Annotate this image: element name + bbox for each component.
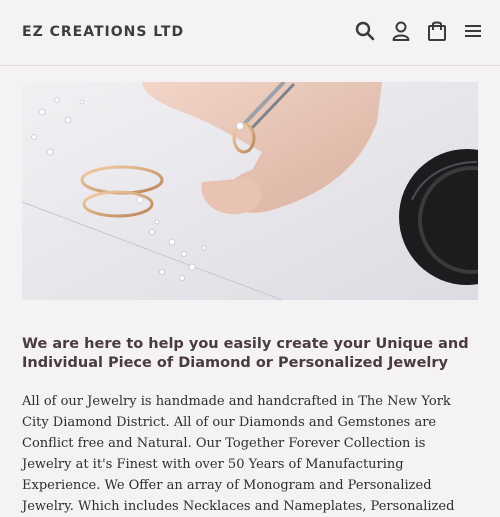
cart-icon[interactable]: [426, 20, 448, 42]
menu-icon[interactable]: [462, 20, 484, 42]
header-icons: [354, 20, 484, 42]
brand-logo-text[interactable]: EZ CREATIONS LTD: [22, 24, 184, 40]
search-icon[interactable]: [354, 20, 376, 42]
hero-image: [22, 82, 478, 300]
intro-headline: We are here to help you easily create yo…: [22, 336, 469, 371]
intro-body-text: All of our Jewelry is handmade and handc…: [22, 394, 455, 514]
intro-section: We are here to help you easily create yo…: [22, 335, 478, 517]
account-icon[interactable]: [390, 20, 412, 42]
site-header: EZ CREATIONS LTD: [0, 0, 500, 66]
